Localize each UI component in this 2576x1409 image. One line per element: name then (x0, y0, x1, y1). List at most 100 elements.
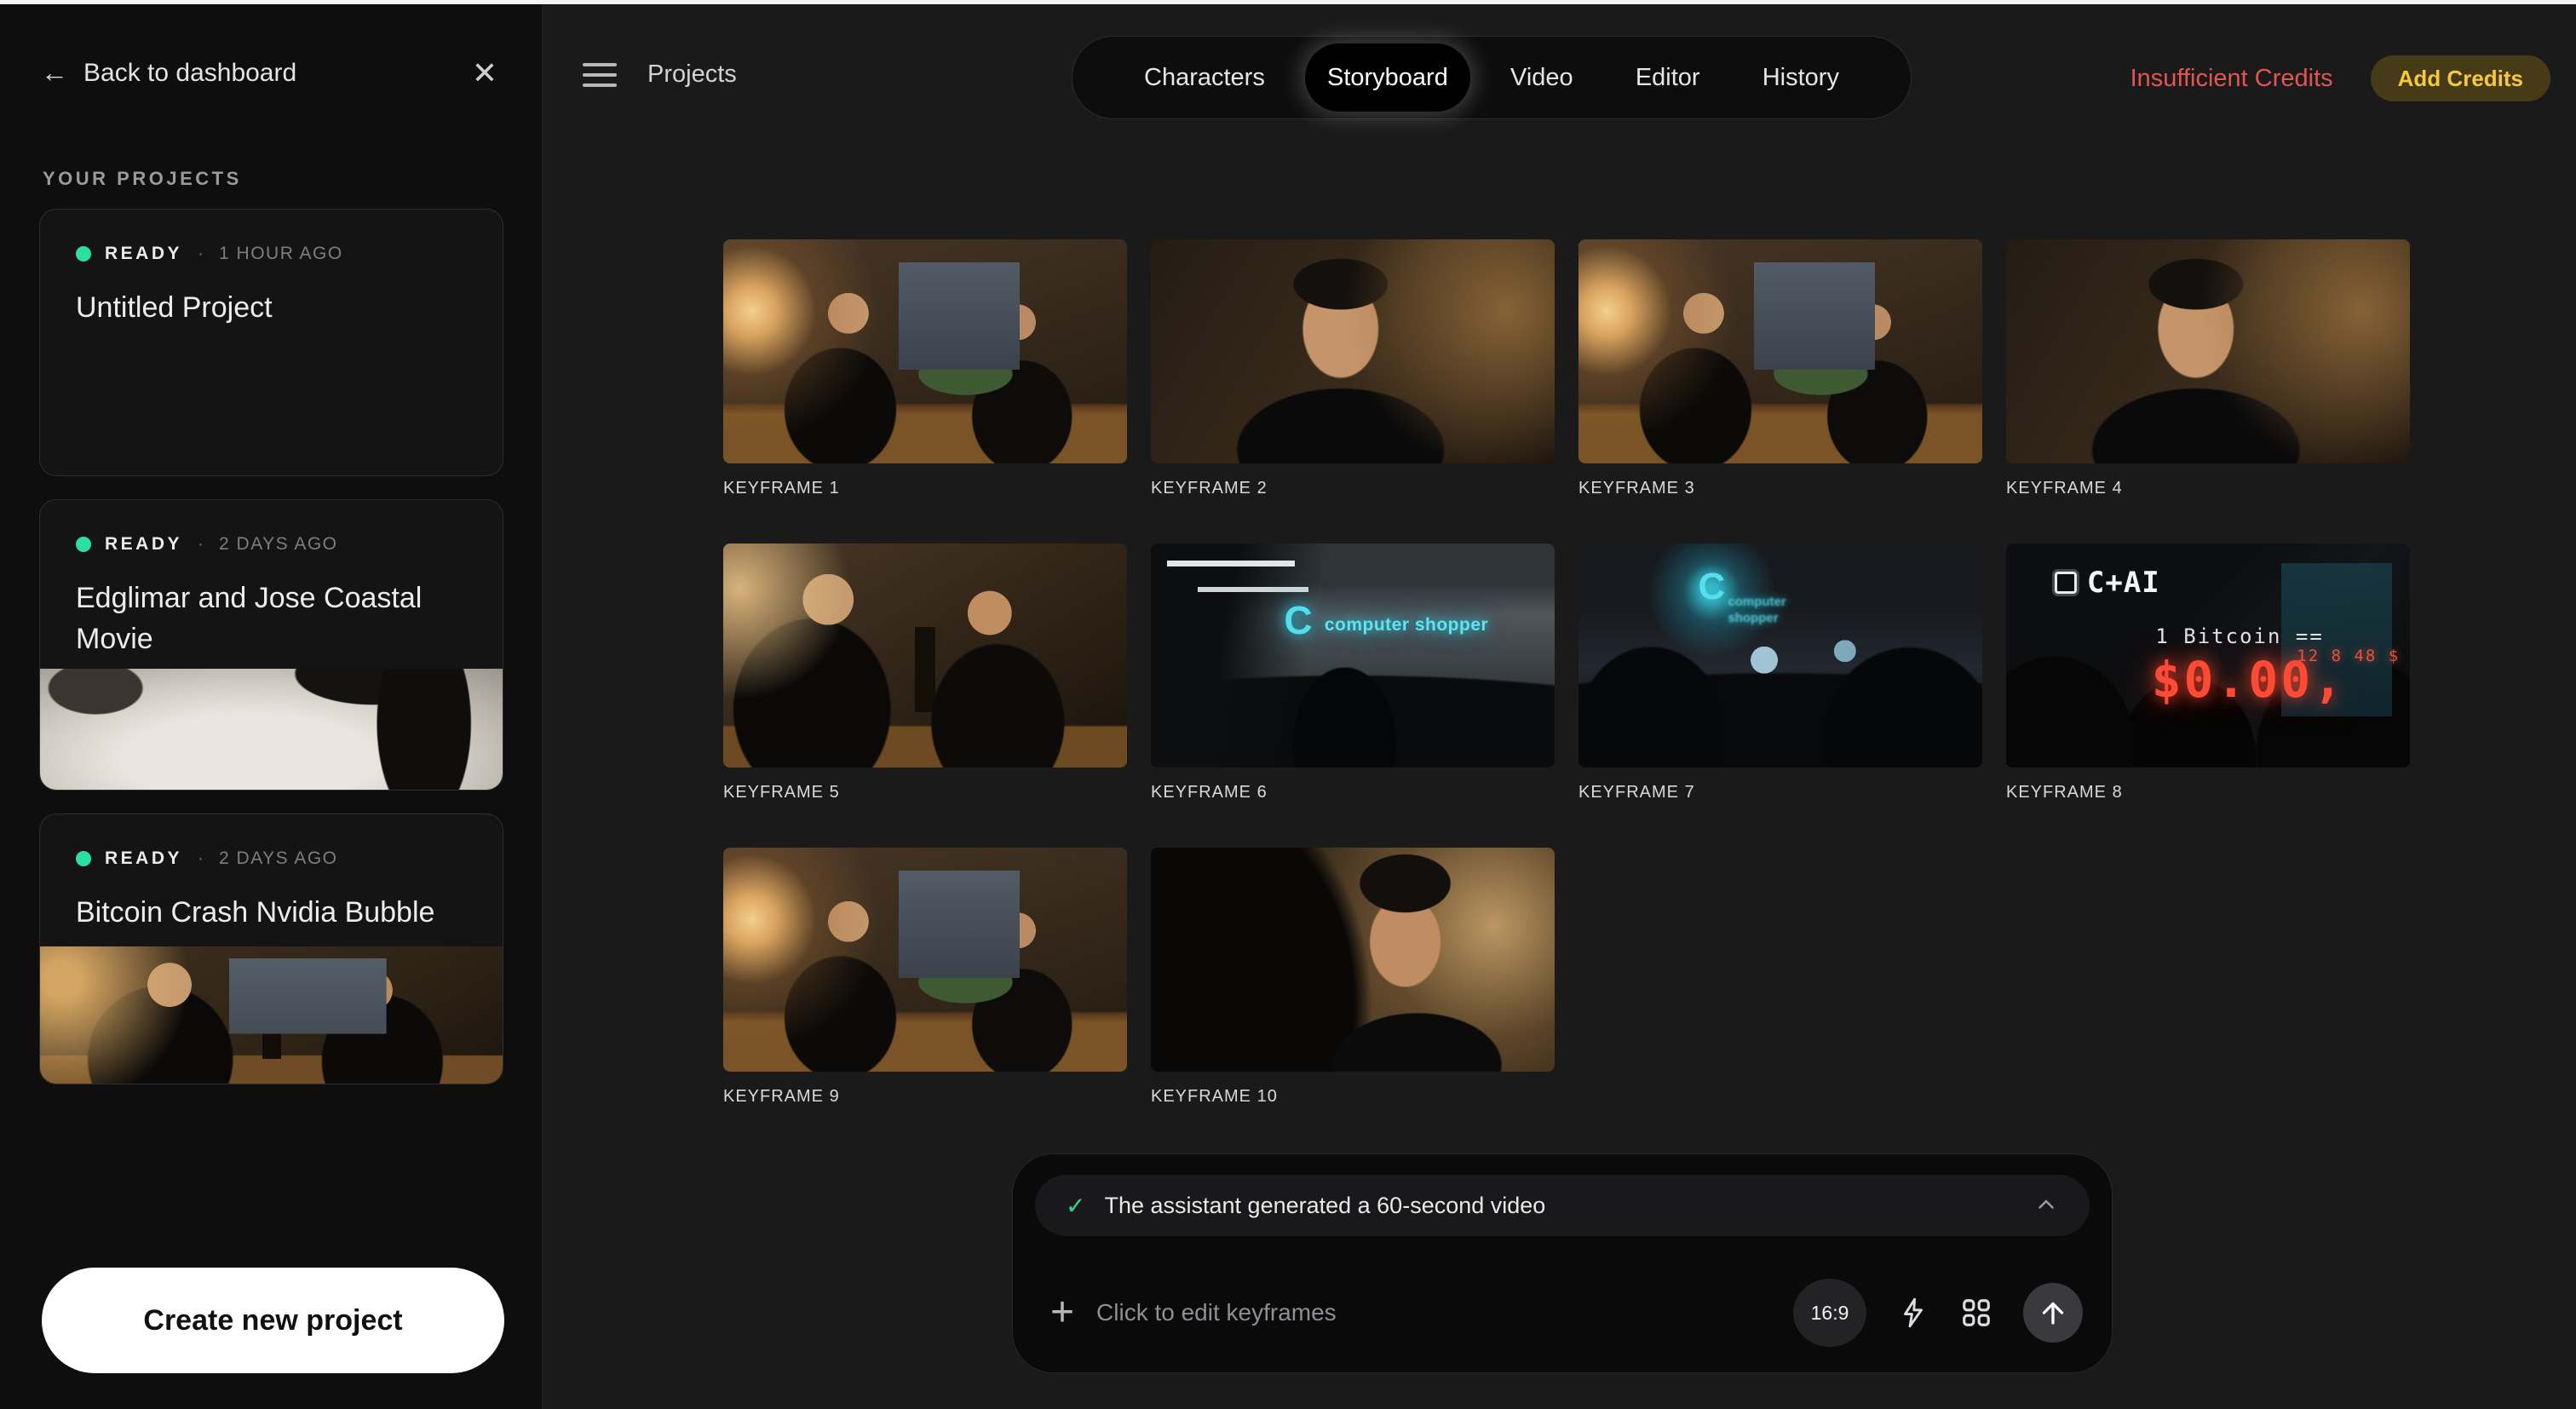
assistant-panel: ✓ The assistant generated a 60-second vi… (1012, 1153, 2113, 1373)
project-title: Bitcoin Crash Nvidia Bubble (76, 893, 467, 934)
chip-icon (2055, 572, 2077, 594)
keyframe-6: C computer shopper KEYFRAME 6 (1151, 543, 1555, 802)
keyframe-label: KEYFRAME 1 (723, 479, 1127, 498)
close-icon: ✕ (472, 55, 497, 90)
aspect-ratio-badge[interactable]: 16:9 (1793, 1279, 1866, 1347)
project-title: Untitled Project (76, 288, 467, 329)
grid-icon (1960, 1297, 1992, 1329)
keyframe-thumbnail[interactable]: C computer shopper (1151, 543, 1555, 768)
bitcoin-equals-text: 1 Bitcoin == (2155, 624, 2323, 648)
topbar: Projects Characters Storyboard Video Edi… (543, 4, 2576, 153)
project-card-edglimar[interactable]: READY · 2 DAYS AGO Edglimar and Jose Coa… (39, 499, 503, 791)
keyframe-thumbnail[interactable]: C+AI 1 Bitcoin == $0.00, 12 8 48 $ (2006, 543, 2410, 768)
project-timestamp: 1 HOUR AGO (219, 244, 343, 264)
project-status-row: READY · 2 DAYS AGO (76, 848, 467, 869)
keyframe-label: KEYFRAME 6 (1151, 783, 1555, 802)
keyframe-thumbnail[interactable] (2006, 239, 2410, 463)
project-list: READY · 1 HOUR AGO Untitled Project READ… (39, 209, 503, 1107)
computer-shopper-logo-text: computer shopper (1728, 595, 1821, 627)
keyframe-grid: KEYFRAME 1 KEYFRAME 2 KEYFRAME 3 KEYFRAM… (723, 239, 2410, 1107)
project-status-row: READY · 1 HOUR AGO (76, 244, 467, 264)
keyframe-8: C+AI 1 Bitcoin == $0.00, 12 8 48 $ KEYFR… (2006, 543, 2410, 802)
grid-view-button[interactable] (1960, 1297, 1992, 1329)
keyframe-label: KEYFRAME 5 (723, 783, 1127, 802)
window-top-edge (0, 0, 2576, 4)
project-status-row: READY · 2 DAYS AGO (76, 534, 467, 555)
chevron-up-icon[interactable] (2033, 1193, 2059, 1218)
your-projects-heading: YOUR PROJECTS (43, 168, 242, 190)
enhance-button[interactable] (1897, 1297, 1929, 1329)
project-thumbnail (40, 946, 503, 1084)
keyframe-thumbnail[interactable] (1151, 848, 1555, 1072)
check-icon: ✓ (1066, 1192, 1085, 1220)
keyframe-label: KEYFRAME 9 (723, 1087, 1127, 1107)
send-button[interactable] (2023, 1283, 2083, 1343)
keyframe-thumbnail[interactable] (723, 239, 1127, 463)
keyframe-thumbnail[interactable] (723, 848, 1127, 1072)
app-window: ← Back to dashboard ✕ YOUR PROJECTS READ… (0, 0, 2576, 1409)
tab-history[interactable]: History (1740, 43, 1861, 112)
assistant-status-text: The assistant generated a 60-second vide… (1104, 1193, 2015, 1219)
project-card-untitled[interactable]: READY · 1 HOUR AGO Untitled Project (39, 209, 503, 476)
status-badge: READY (105, 848, 182, 869)
keyframe-4: KEYFRAME 4 (2006, 239, 2410, 498)
c-plus-ai-logo: C+AI (2055, 566, 2160, 600)
back-to-dashboard-link[interactable]: ← Back to dashboard (41, 57, 296, 89)
back-arrow-icon: ← (41, 57, 68, 89)
keyframe-5: KEYFRAME 5 (723, 543, 1127, 802)
lightning-bolt-icon (1897, 1297, 1929, 1329)
computer-shopper-logo-c: C (1284, 597, 1312, 643)
ready-status-dot (76, 851, 91, 866)
tab-storyboard[interactable]: Storyboard (1305, 43, 1470, 112)
status-separator: · (198, 244, 204, 264)
keyframe-thumbnail[interactable]: C computer shopper (1578, 543, 1982, 768)
keyframe-7: C computer shopper KEYFRAME 7 (1578, 543, 1982, 802)
ready-status-dot (76, 537, 91, 552)
keyframe-2: KEYFRAME 2 (1151, 239, 1555, 498)
keyframe-thumbnail[interactable] (723, 543, 1127, 768)
ready-status-dot (76, 246, 91, 262)
assistant-status[interactable]: ✓ The assistant generated a 60-second vi… (1035, 1175, 2090, 1236)
status-separator: · (198, 534, 204, 555)
keyframe-label: KEYFRAME 2 (1151, 479, 1555, 498)
keyframe-label: KEYFRAME 10 (1151, 1087, 1555, 1107)
insufficient-credits-warning: Insufficient Credits (2130, 65, 2333, 93)
projects-sidebar: ← Back to dashboard ✕ YOUR PROJECTS READ… (0, 4, 543, 1409)
status-badge: READY (105, 244, 182, 264)
keyframe-label: KEYFRAME 8 (2006, 783, 2410, 802)
computer-shopper-logo-c: C (1699, 566, 1726, 608)
keyframe-label: KEYFRAME 4 (2006, 479, 2410, 498)
up-arrow-icon (2038, 1297, 2068, 1328)
view-tabs: Characters Storyboard Video Editor Histo… (1072, 36, 1912, 119)
assistant-input-row: + Click to edit keyframes 16:9 (1050, 1282, 2083, 1343)
keyframe-10: KEYFRAME 10 (1151, 848, 1555, 1107)
project-card-bitcoin[interactable]: READY · 2 DAYS AGO Bitcoin Crash Nvidia … (39, 814, 503, 1084)
tab-video[interactable]: Video (1488, 43, 1596, 112)
status-separator: · (198, 848, 204, 869)
keyframe-1: KEYFRAME 1 (723, 239, 1127, 498)
projects-breadcrumb: Projects (647, 60, 737, 89)
create-new-project-button[interactable]: Create new project (42, 1268, 504, 1373)
status-badge: READY (105, 534, 182, 555)
computer-shopper-logo-text: computer shopper (1325, 615, 1488, 635)
keyframe-label: KEYFRAME 3 (1578, 479, 1982, 498)
keyframe-edit-input[interactable]: Click to edit keyframes (1096, 1299, 1793, 1326)
keyframe-thumbnail[interactable] (1578, 239, 1982, 463)
keyframe-9: KEYFRAME 9 (723, 848, 1127, 1107)
project-title: Edglimar and Jose Coastal Movie (76, 578, 467, 659)
project-thumbnail (40, 669, 503, 790)
tab-characters[interactable]: Characters (1122, 43, 1287, 112)
keyframe-3: KEYFRAME 3 (1578, 239, 1982, 498)
project-timestamp: 2 DAYS AGO (219, 534, 338, 555)
add-credits-button[interactable]: Add Credits (2371, 55, 2550, 101)
keyframe-thumbnail[interactable] (1151, 239, 1555, 463)
back-label: Back to dashboard (83, 59, 296, 88)
sidebar-header: ← Back to dashboard ✕ (41, 57, 497, 89)
tab-editor[interactable]: Editor (1613, 43, 1722, 112)
close-sidebar-button[interactable]: ✕ (472, 58, 497, 89)
bitcoin-ticker-digits: 12 8 48 $ (2297, 647, 2400, 665)
keyframe-label: KEYFRAME 7 (1578, 783, 1982, 802)
project-timestamp: 2 DAYS AGO (219, 848, 338, 869)
menu-icon[interactable] (583, 63, 617, 87)
add-attachment-button[interactable]: + (1050, 1292, 1074, 1333)
